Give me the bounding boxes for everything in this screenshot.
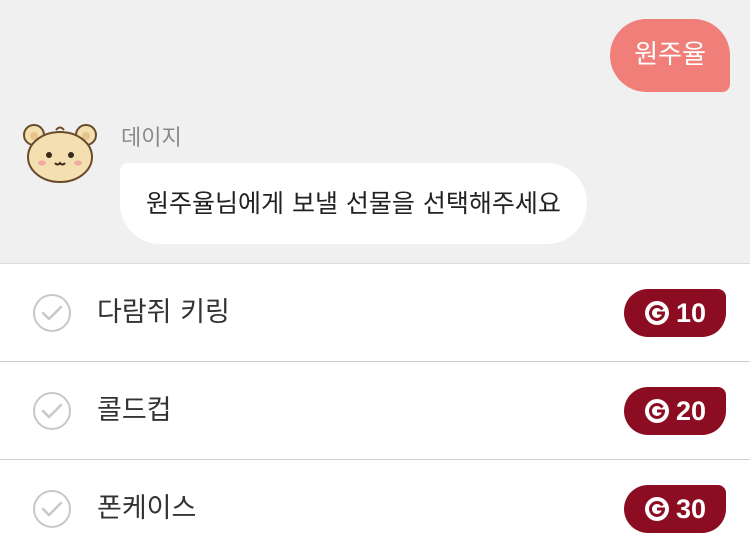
chat-area: 원주율 데이지 원주율님에게 보낼 선물을 선택해주세요: [0, 0, 750, 264]
coin-g-icon: [644, 301, 669, 325]
price-badge: 10: [624, 289, 726, 337]
price-value: 10: [675, 297, 707, 328]
gift-item-phone-case[interactable]: 폰케이스 30: [0, 460, 750, 551]
price-value: 20: [675, 395, 707, 426]
user-message-bubble: 원주율: [610, 19, 730, 92]
price-value: 30: [675, 493, 707, 524]
coin-g-icon: [644, 497, 669, 521]
bot-message-bubble: 원주율님에게 보낼 선물을 선택해주세요: [120, 163, 587, 244]
sender-name: 데이지: [121, 126, 182, 151]
price-badge: 20: [624, 387, 726, 435]
gift-name: 다람쥐 키링: [97, 297, 230, 328]
price-badge: 30: [624, 485, 726, 533]
gift-item-keyring[interactable]: 다람쥐 키링 10: [0, 264, 750, 362]
gift-item-cold-cup[interactable]: 콜드컵 20: [0, 362, 750, 460]
gift-list: 다람쥐 키링 10 콜드컵 20 폰케이스 30: [0, 264, 750, 551]
checkmark-circle-icon[interactable]: [32, 489, 72, 529]
coin-g-icon: [644, 399, 669, 423]
bear-avatar-icon: [23, 124, 97, 183]
checkmark-circle-icon[interactable]: [32, 293, 72, 333]
gift-name: 콜드컵: [97, 395, 172, 426]
gift-name: 폰케이스: [97, 493, 197, 524]
checkmark-circle-icon[interactable]: [32, 391, 72, 431]
